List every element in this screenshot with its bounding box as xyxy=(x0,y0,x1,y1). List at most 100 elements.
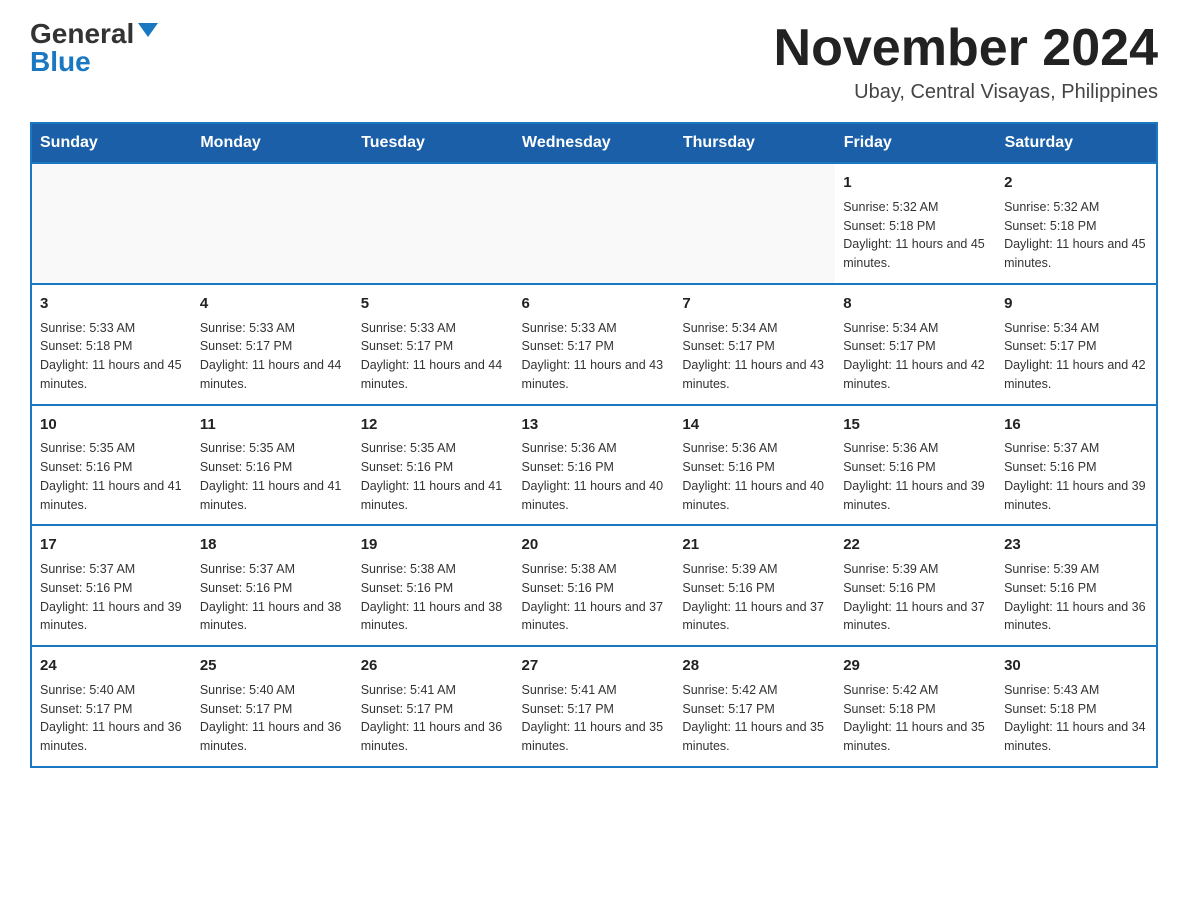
day-number: 6 xyxy=(522,293,667,315)
calendar-cell xyxy=(31,163,192,284)
day-number: 10 xyxy=(40,414,184,436)
day-info: Sunrise: 5:33 AM Sunset: 5:17 PM Dayligh… xyxy=(361,319,506,394)
day-info: Sunrise: 5:37 AM Sunset: 5:16 PM Dayligh… xyxy=(200,560,345,635)
logo: General Blue xyxy=(30,20,158,76)
day-info: Sunrise: 5:32 AM Sunset: 5:18 PM Dayligh… xyxy=(1004,198,1148,273)
col-header-wednesday: Wednesday xyxy=(514,123,675,163)
calendar-cell xyxy=(514,163,675,284)
day-info: Sunrise: 5:39 AM Sunset: 5:16 PM Dayligh… xyxy=(1004,560,1148,635)
calendar-cell xyxy=(353,163,514,284)
day-number: 12 xyxy=(361,414,506,436)
day-number: 13 xyxy=(522,414,667,436)
location-subtitle: Ubay, Central Visayas, Philippines xyxy=(774,81,1158,104)
calendar-cell: 16 Sunrise: 5:37 AM Sunset: 5:16 PM Dayli… xyxy=(996,405,1157,526)
calendar-cell: 17 Sunrise: 5:37 AM Sunset: 5:16 PM Dayli… xyxy=(31,525,192,646)
day-number: 1 xyxy=(843,172,988,194)
day-info: Sunrise: 5:37 AM Sunset: 5:16 PM Dayligh… xyxy=(40,560,184,635)
calendar-cell: 3Sunrise: 5:33 AM Sunset: 5:18 PM Daylig… xyxy=(31,284,192,405)
day-info: Sunrise: 5:34 AM Sunset: 5:17 PM Dayligh… xyxy=(682,319,827,394)
calendar-cell: 15 Sunrise: 5:36 AM Sunset: 5:16 PM Dayli… xyxy=(835,405,996,526)
day-number: 19 xyxy=(361,534,506,556)
calendar-cell: 30Sunrise: 5:43 AM Sunset: 5:18 PM Dayli… xyxy=(996,646,1157,767)
day-info: Sunrise: 5:42 AM Sunset: 5:17 PM Dayligh… xyxy=(682,681,827,756)
calendar-cell: 29 Sunrise: 5:42 AM Sunset: 5:18 PM Dayli… xyxy=(835,646,996,767)
calendar-cell: 5 Sunrise: 5:33 AM Sunset: 5:17 PM Daylig… xyxy=(353,284,514,405)
day-number: 20 xyxy=(522,534,667,556)
day-number: 23 xyxy=(1004,534,1148,556)
calendar-cell: 4 Sunrise: 5:33 AM Sunset: 5:17 PM Daylig… xyxy=(192,284,353,405)
calendar-week-row: 10 Sunrise: 5:35 AM Sunset: 5:16 PM Dayli… xyxy=(31,405,1157,526)
col-header-sunday: Sunday xyxy=(31,123,192,163)
calendar-cell: 19 Sunrise: 5:38 AM Sunset: 5:16 PM Dayli… xyxy=(353,525,514,646)
day-info: Sunrise: 5:37 AM Sunset: 5:16 PM Dayligh… xyxy=(1004,439,1148,514)
day-info: Sunrise: 5:42 AM Sunset: 5:18 PM Dayligh… xyxy=(843,681,988,756)
day-number: 2 xyxy=(1004,172,1148,194)
day-info: Sunrise: 5:40 AM Sunset: 5:17 PM Dayligh… xyxy=(40,681,184,756)
day-info: Sunrise: 5:35 AM Sunset: 5:16 PM Dayligh… xyxy=(40,439,184,514)
day-number: 30 xyxy=(1004,655,1148,677)
calendar-cell: 11 Sunrise: 5:35 AM Sunset: 5:16 PM Dayli… xyxy=(192,405,353,526)
day-info: Sunrise: 5:32 AM Sunset: 5:18 PM Dayligh… xyxy=(843,198,988,273)
col-header-friday: Friday xyxy=(835,123,996,163)
day-info: Sunrise: 5:36 AM Sunset: 5:16 PM Dayligh… xyxy=(843,439,988,514)
day-info: Sunrise: 5:34 AM Sunset: 5:17 PM Dayligh… xyxy=(1004,319,1148,394)
calendar-cell: 28 Sunrise: 5:42 AM Sunset: 5:17 PM Dayli… xyxy=(674,646,835,767)
day-number: 11 xyxy=(200,414,345,436)
calendar-week-row: 17 Sunrise: 5:37 AM Sunset: 5:16 PM Dayli… xyxy=(31,525,1157,646)
calendar-cell: 7 Sunrise: 5:34 AM Sunset: 5:17 PM Daylig… xyxy=(674,284,835,405)
day-info: Sunrise: 5:40 AM Sunset: 5:17 PM Dayligh… xyxy=(200,681,345,756)
day-info: Sunrise: 5:33 AM Sunset: 5:17 PM Dayligh… xyxy=(522,319,667,394)
day-number: 24 xyxy=(40,655,184,677)
calendar-cell: 13Sunrise: 5:36 AM Sunset: 5:16 PM Dayli… xyxy=(514,405,675,526)
day-info: Sunrise: 5:41 AM Sunset: 5:17 PM Dayligh… xyxy=(361,681,506,756)
calendar-week-row: 24 Sunrise: 5:40 AM Sunset: 5:17 PM Dayli… xyxy=(31,646,1157,767)
col-header-tuesday: Tuesday xyxy=(353,123,514,163)
day-info: Sunrise: 5:36 AM Sunset: 5:16 PM Dayligh… xyxy=(682,439,827,514)
day-number: 4 xyxy=(200,293,345,315)
day-number: 15 xyxy=(843,414,988,436)
month-title: November 2024 xyxy=(774,20,1158,77)
calendar-table: SundayMondayTuesdayWednesdayThursdayFrid… xyxy=(30,122,1158,768)
calendar-cell: 22 Sunrise: 5:39 AM Sunset: 5:16 PM Dayli… xyxy=(835,525,996,646)
calendar-cell: 9 Sunrise: 5:34 AM Sunset: 5:17 PM Daylig… xyxy=(996,284,1157,405)
day-info: Sunrise: 5:35 AM Sunset: 5:16 PM Dayligh… xyxy=(200,439,345,514)
day-info: Sunrise: 5:38 AM Sunset: 5:16 PM Dayligh… xyxy=(361,560,506,635)
day-number: 28 xyxy=(682,655,827,677)
calendar-cell: 26 Sunrise: 5:41 AM Sunset: 5:17 PM Dayli… xyxy=(353,646,514,767)
calendar-week-row: 1 Sunrise: 5:32 AM Sunset: 5:18 PM Daylig… xyxy=(31,163,1157,284)
day-info: Sunrise: 5:39 AM Sunset: 5:16 PM Dayligh… xyxy=(682,560,827,635)
day-info: Sunrise: 5:39 AM Sunset: 5:16 PM Dayligh… xyxy=(843,560,988,635)
day-number: 7 xyxy=(682,293,827,315)
day-info: Sunrise: 5:41 AM Sunset: 5:17 PM Dayligh… xyxy=(522,681,667,756)
day-number: 18 xyxy=(200,534,345,556)
col-header-thursday: Thursday xyxy=(674,123,835,163)
col-header-saturday: Saturday xyxy=(996,123,1157,163)
calendar-cell: 8Sunrise: 5:34 AM Sunset: 5:17 PM Daylig… xyxy=(835,284,996,405)
day-number: 26 xyxy=(361,655,506,677)
day-number: 17 xyxy=(40,534,184,556)
day-number: 29 xyxy=(843,655,988,677)
calendar-cell xyxy=(192,163,353,284)
day-number: 5 xyxy=(361,293,506,315)
calendar-cell: 2 Sunrise: 5:32 AM Sunset: 5:18 PM Daylig… xyxy=(996,163,1157,284)
calendar-week-row: 3Sunrise: 5:33 AM Sunset: 5:18 PM Daylig… xyxy=(31,284,1157,405)
day-number: 25 xyxy=(200,655,345,677)
calendar-cell: 20Sunrise: 5:38 AM Sunset: 5:16 PM Dayli… xyxy=(514,525,675,646)
calendar-cell: 27 Sunrise: 5:41 AM Sunset: 5:17 PM Dayli… xyxy=(514,646,675,767)
logo-general-text: General xyxy=(30,20,134,48)
day-number: 9 xyxy=(1004,293,1148,315)
title-block: November 2024 Ubay, Central Visayas, Phi… xyxy=(774,20,1158,104)
day-number: 16 xyxy=(1004,414,1148,436)
day-info: Sunrise: 5:35 AM Sunset: 5:16 PM Dayligh… xyxy=(361,439,506,514)
day-number: 14 xyxy=(682,414,827,436)
day-number: 22 xyxy=(843,534,988,556)
day-number: 27 xyxy=(522,655,667,677)
calendar-cell: 10 Sunrise: 5:35 AM Sunset: 5:16 PM Dayli… xyxy=(31,405,192,526)
logo-blue-text: Blue xyxy=(30,48,91,76)
page-header: General Blue November 2024 Ubay, Central… xyxy=(30,20,1158,104)
calendar-header-row: SundayMondayTuesdayWednesdayThursdayFrid… xyxy=(31,123,1157,163)
calendar-cell: 14 Sunrise: 5:36 AM Sunset: 5:16 PM Dayli… xyxy=(674,405,835,526)
calendar-cell: 6 Sunrise: 5:33 AM Sunset: 5:17 PM Daylig… xyxy=(514,284,675,405)
day-info: Sunrise: 5:33 AM Sunset: 5:17 PM Dayligh… xyxy=(200,319,345,394)
calendar-cell: 24 Sunrise: 5:40 AM Sunset: 5:17 PM Dayli… xyxy=(31,646,192,767)
